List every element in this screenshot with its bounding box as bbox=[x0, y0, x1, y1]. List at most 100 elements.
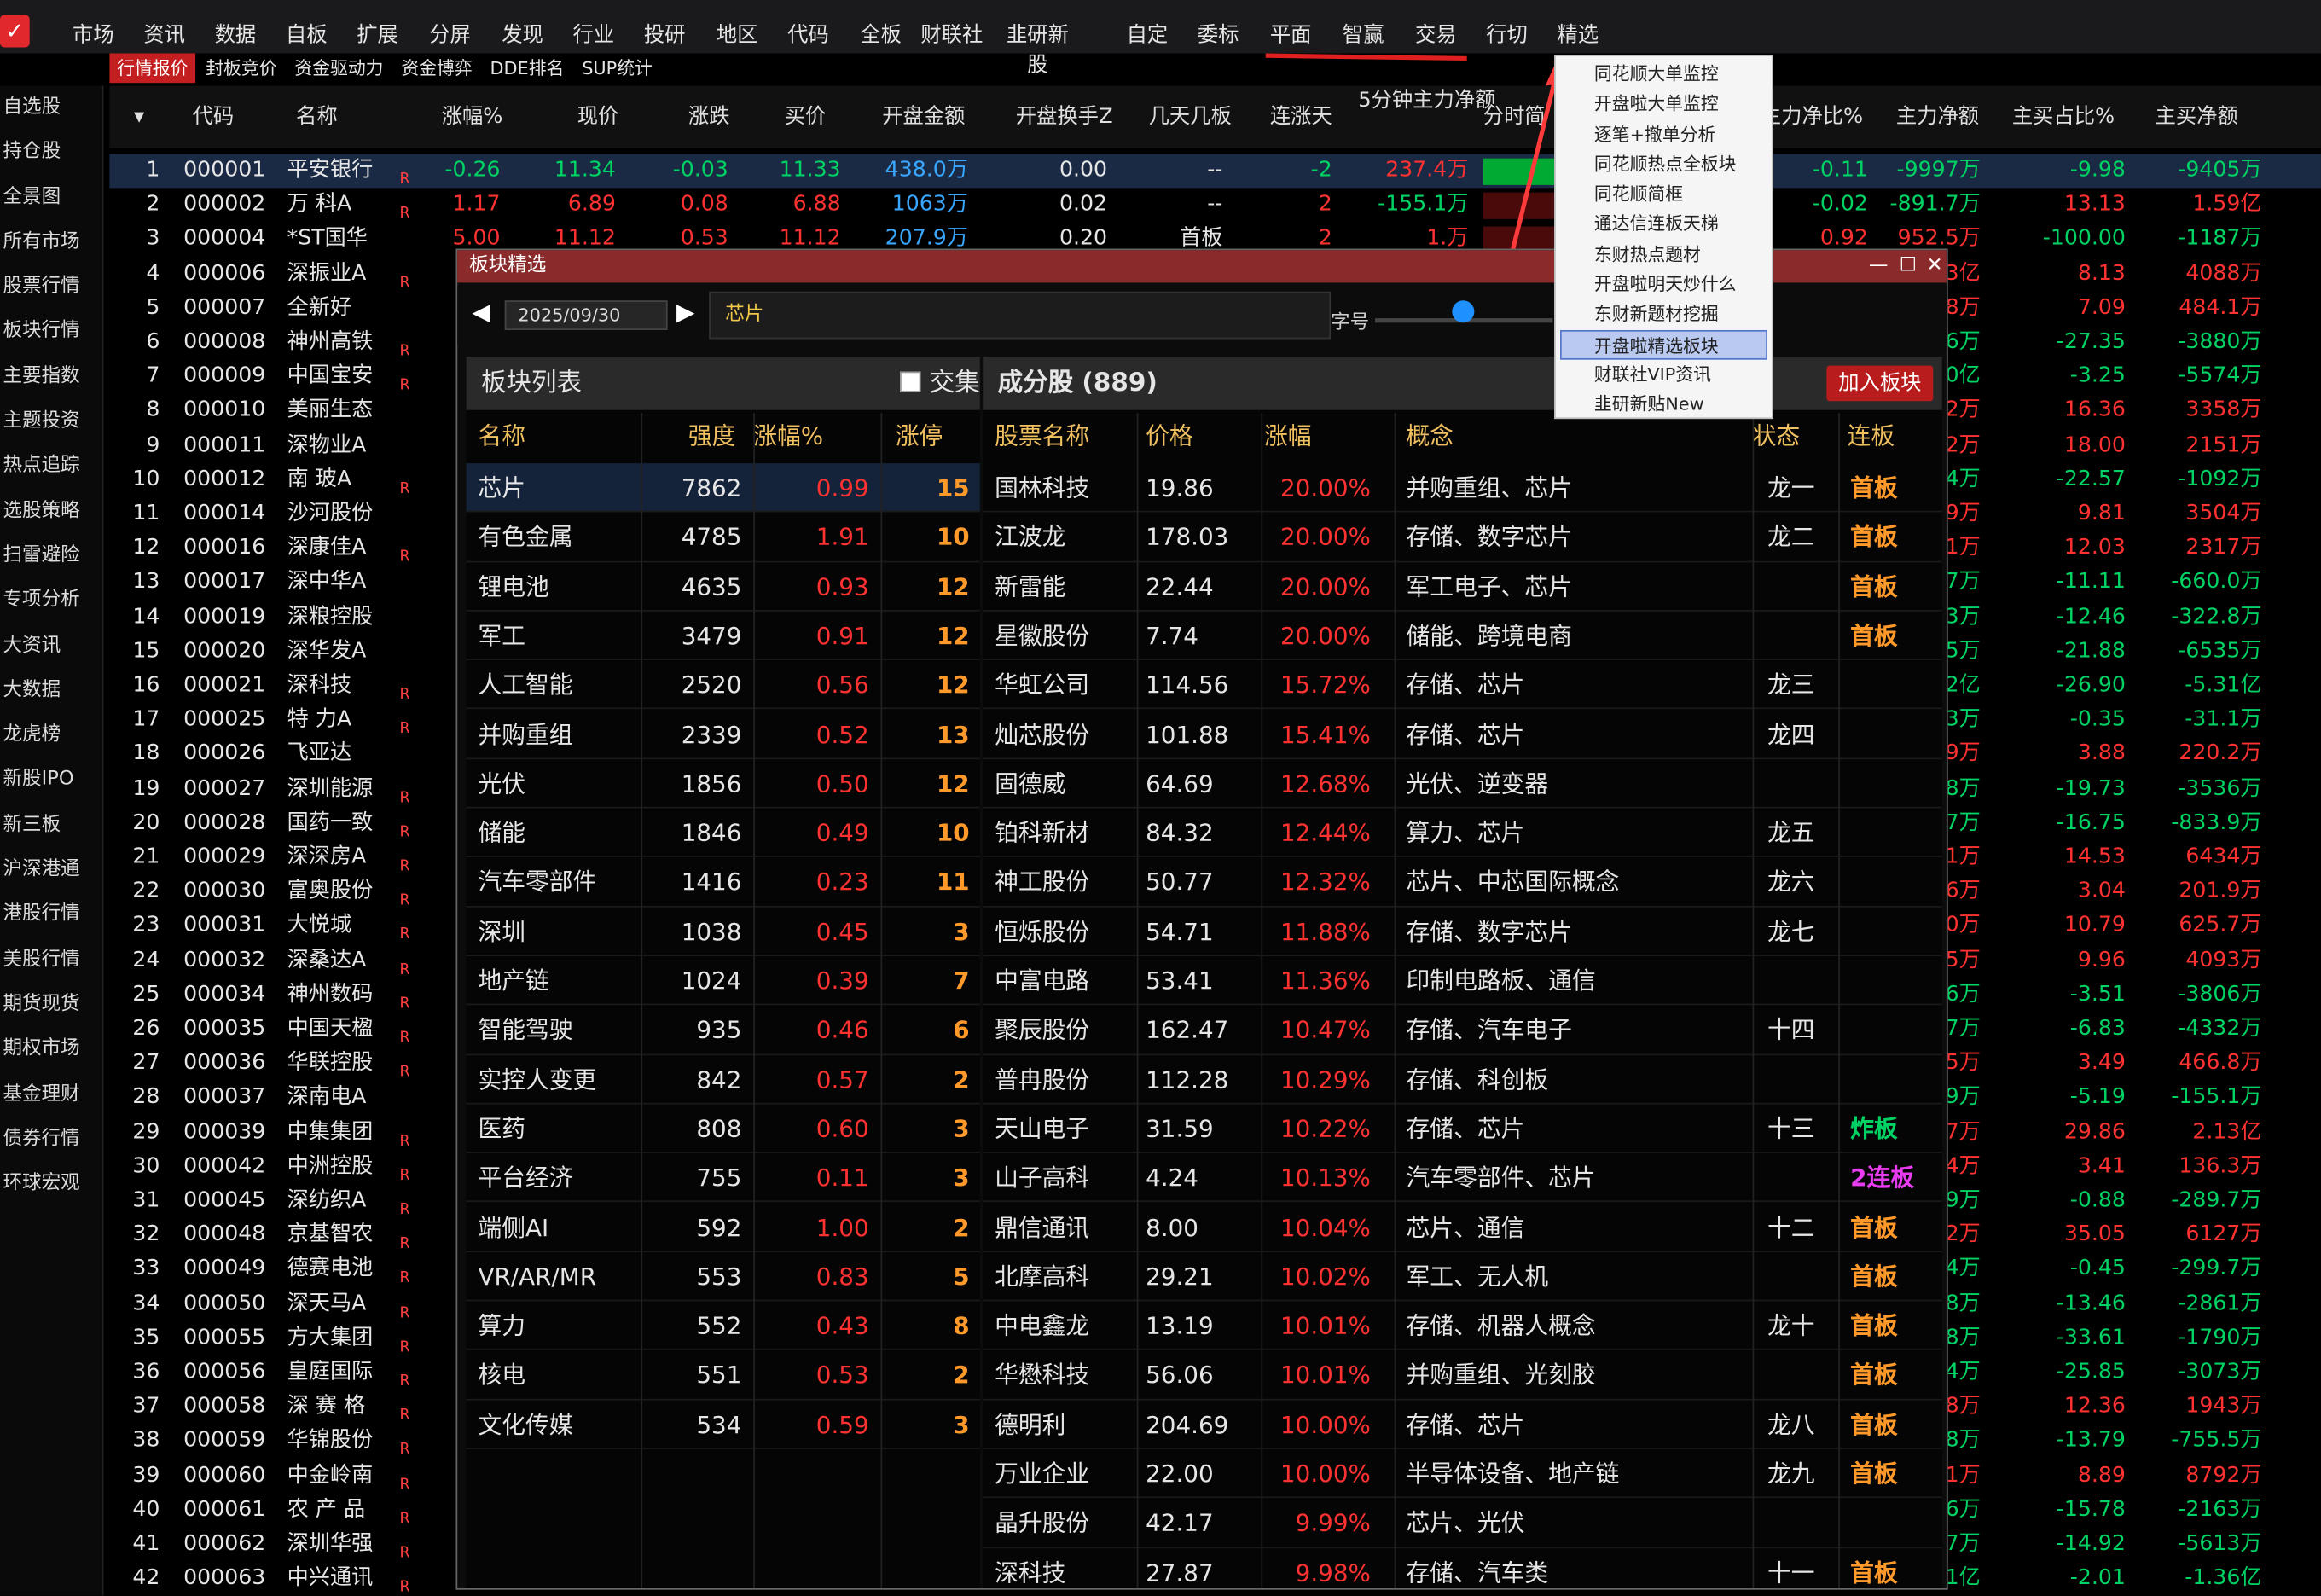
sector-row[interactable]: 核电 551 0.53 2 bbox=[466, 1350, 980, 1401]
stock-change: 10.02% bbox=[1280, 1262, 1371, 1291]
add-sector-button[interactable]: 加入板块 bbox=[1826, 365, 1934, 402]
stock-row[interactable]: 神工股份 50.77 12.32% 芯片、中芯国际概念 龙六 bbox=[983, 857, 1942, 908]
intersect-checkbox[interactable] bbox=[900, 371, 921, 392]
slider-knob[interactable] bbox=[1452, 300, 1475, 323]
stock-row[interactable]: 北摩高科 29.21 10.02% 军工、无人机 首板 bbox=[983, 1252, 1942, 1302]
stock-state: 龙二 bbox=[1767, 523, 1815, 552]
dropdown-item[interactable]: 东财热点题材 bbox=[1556, 240, 1772, 270]
sector-change: 0.52 bbox=[815, 720, 869, 749]
sector-col-header[interactable]: 名称 bbox=[479, 413, 627, 461]
date-input[interactable]: 2025/09/30 bbox=[504, 300, 668, 330]
stock-row[interactable]: 德明利 204.69 10.00% 存储、芯片 龙八 首板 bbox=[983, 1400, 1942, 1449]
sector-row[interactable]: 并购重组 2339 0.52 13 bbox=[466, 710, 980, 759]
stock-row[interactable]: 华虹公司 114.56 15.72% 存储、芯片 龙三 bbox=[983, 660, 1942, 711]
sector-row[interactable]: 地产链 1024 0.39 7 bbox=[466, 956, 980, 1006]
sector-col-header[interactable]: 强度 bbox=[644, 413, 742, 461]
stock-row[interactable]: 中电鑫龙 13.19 10.01% 存储、机器人概念 龙十 首板 bbox=[983, 1301, 1942, 1351]
sector-limit: 12 bbox=[936, 572, 970, 601]
stock-col-header[interactable]: 状态 bbox=[1753, 413, 1801, 461]
stock-row[interactable]: 聚辰股份 162.47 10.47% 存储、汽车电子 十四 bbox=[983, 1006, 1942, 1055]
stock-row[interactable]: 万业企业 22.00 10.00% 半导体设备、地产链 龙九 首板 bbox=[983, 1449, 1942, 1499]
sector-col-header[interactable]: 涨停 bbox=[881, 413, 970, 461]
prev-date-icon[interactable]: ◀ bbox=[473, 298, 490, 326]
stock-row[interactable]: 山子高科 4.24 10.13% 汽车零部件、芯片 2连板 bbox=[983, 1153, 1942, 1203]
dropdown-item[interactable]: 同花顺简框 bbox=[1556, 179, 1772, 209]
sector-row[interactable]: 平台经济 755 0.11 3 bbox=[466, 1153, 980, 1203]
sector-row[interactable]: 智能驾驶 935 0.46 6 bbox=[466, 1006, 980, 1055]
intersect-label: 交集 bbox=[929, 369, 980, 398]
dropdown-item[interactable]: 开盘啦明天炒什么 bbox=[1556, 270, 1772, 299]
sector-row[interactable]: 算力 552 0.43 8 bbox=[466, 1301, 980, 1351]
sector-row[interactable]: 储能 1846 0.49 10 bbox=[466, 809, 980, 858]
stock-board bbox=[1850, 857, 1939, 906]
close-icon[interactable]: ✕ bbox=[1920, 250, 1950, 282]
sector-row[interactable]: 有色金属 4785 1.91 10 bbox=[466, 513, 980, 562]
dropdown-item[interactable]: 同花顺大单监控 bbox=[1556, 59, 1772, 89]
sector-col-header[interactable]: 涨幅% bbox=[747, 413, 868, 461]
column-divider bbox=[880, 413, 883, 1588]
keyword-input[interactable]: 芯片 bbox=[709, 291, 1332, 340]
dropdown-item[interactable]: 韭研新贴New bbox=[1556, 390, 1772, 420]
sector-name: 汽车零部件 bbox=[478, 868, 597, 897]
stock-row[interactable]: 铂科新材 84.32 12.44% 算力、芯片 龙五 bbox=[983, 809, 1942, 858]
stock-col-header[interactable]: 连板 bbox=[1848, 413, 1895, 461]
sector-name: 人工智能 bbox=[478, 670, 573, 699]
stock-row[interactable]: 中富电路 53.41 11.36% 印制电路板、通信 bbox=[983, 956, 1942, 1006]
stock-row[interactable]: 鼎信通讯 8.00 10.04% 芯片、通信 十二 首板 bbox=[983, 1203, 1942, 1252]
sector-row[interactable]: 芯片 7862 0.99 15 bbox=[466, 463, 980, 513]
sector-row[interactable]: 军工 3479 0.91 12 bbox=[466, 611, 980, 661]
stock-state: 龙五 bbox=[1767, 818, 1815, 847]
stock-state bbox=[1767, 1350, 1838, 1399]
sector-row[interactable]: 深圳 1038 0.45 3 bbox=[466, 907, 980, 956]
stock-row[interactable]: 天山电子 31.59 10.22% 存储、芯片 十三 炸板 bbox=[983, 1104, 1942, 1154]
stock-row[interactable]: 灿芯股份 101.88 15.41% 存储、芯片 龙四 bbox=[983, 710, 1942, 759]
maximize-icon[interactable]: ☐ bbox=[1893, 250, 1923, 282]
stock-row[interactable]: 星徽股份 7.74 20.00% 储能、跨境电商 首板 bbox=[983, 611, 1942, 661]
sector-row[interactable]: 光伏 1856 0.50 12 bbox=[466, 759, 980, 809]
stock-row[interactable]: 普冉股份 112.28 10.29% 存储、科创板 bbox=[983, 1055, 1942, 1105]
sector-row[interactable]: 锂电池 4635 0.93 12 bbox=[466, 562, 980, 612]
sector-row[interactable]: 端侧AI 592 1.00 2 bbox=[466, 1203, 980, 1252]
minimize-icon[interactable]: — bbox=[1864, 250, 1894, 282]
stock-row[interactable]: 恒烁股份 54.71 11.88% 存储、数字芯片 龙七 bbox=[983, 907, 1942, 956]
stock-change: 12.32% bbox=[1280, 868, 1371, 897]
sector-row[interactable]: 文化传媒 534 0.59 3 bbox=[466, 1400, 980, 1449]
dropdown-item[interactable]: 开盘啦精选板块 bbox=[1560, 329, 1767, 360]
stock-row[interactable]: 国林科技 19.86 20.00% 并购重组、芯片 龙一 首板 bbox=[983, 463, 1942, 513]
dropdown-item[interactable]: 同花顺热点全板块 bbox=[1556, 149, 1772, 179]
dropdown-item[interactable]: 财联社VIP资讯 bbox=[1556, 360, 1772, 390]
stock-col-header[interactable]: 价格 bbox=[1146, 413, 1193, 461]
stock-row[interactable]: 固德威 64.69 12.68% 光伏、逆变器 bbox=[983, 759, 1942, 809]
sector-change: 1.00 bbox=[815, 1213, 869, 1242]
stock-name: 固德威 bbox=[995, 769, 1066, 798]
stock-row[interactable]: 新雷能 22.44 20.00% 军工电子、芯片 首板 bbox=[983, 562, 1942, 612]
sector-row[interactable]: 医药 808 0.60 3 bbox=[466, 1104, 980, 1154]
stock-concept: 储能、跨境电商 bbox=[1406, 621, 1572, 650]
stock-row[interactable]: 江波龙 178.03 20.00% 存储、数字芯片 龙二 首板 bbox=[983, 513, 1942, 562]
sector-change: 0.60 bbox=[815, 1114, 869, 1143]
stock-row[interactable]: 晶升股份 42.17 9.99% 芯片、光伏 bbox=[983, 1499, 1942, 1548]
stock-col-header[interactable]: 概念 bbox=[1407, 413, 1454, 461]
sector-limit: 3 bbox=[953, 1410, 970, 1439]
sector-row[interactable]: 人工智能 2520 0.56 12 bbox=[466, 660, 980, 711]
stock-col-header[interactable]: 涨幅 bbox=[1264, 413, 1312, 461]
sector-row[interactable]: 汽车零部件 1416 0.23 11 bbox=[466, 857, 980, 908]
stock-row[interactable]: 华懋科技 56.06 10.01% 并购重组、光刻胶 首板 bbox=[983, 1350, 1942, 1401]
dropdown-item[interactable]: 通达信连板天梯 bbox=[1556, 210, 1772, 240]
sector-row[interactable]: VR/AR/MR 553 0.83 5 bbox=[466, 1252, 980, 1302]
sector-strength: 2339 bbox=[681, 720, 742, 749]
sector-row[interactable]: 实控人变更 842 0.57 2 bbox=[466, 1055, 980, 1105]
sector-name: 并购重组 bbox=[478, 720, 573, 749]
sector-limit: 11 bbox=[936, 868, 970, 897]
stock-board: 首板 bbox=[1850, 1361, 1898, 1390]
sector-change: 0.23 bbox=[815, 868, 869, 897]
stock-row[interactable]: 深科技 27.87 9.98% 存储、汽车类 十一 首板 bbox=[983, 1547, 1942, 1596]
sector-name: 智能驾驶 bbox=[478, 1015, 573, 1044]
sector-strength: 7862 bbox=[681, 473, 742, 502]
next-date-icon[interactable]: ▶ bbox=[676, 298, 694, 326]
dropdown-item[interactable]: 逐笔+撤单分析 bbox=[1556, 119, 1772, 149]
stock-name: 恒烁股份 bbox=[995, 917, 1090, 946]
dropdown-item[interactable]: 开盘啦大单监控 bbox=[1556, 90, 1772, 119]
stock-col-header[interactable]: 股票名称 bbox=[995, 413, 1089, 461]
dropdown-item[interactable]: 东财新题材挖掘 bbox=[1556, 299, 1772, 329]
